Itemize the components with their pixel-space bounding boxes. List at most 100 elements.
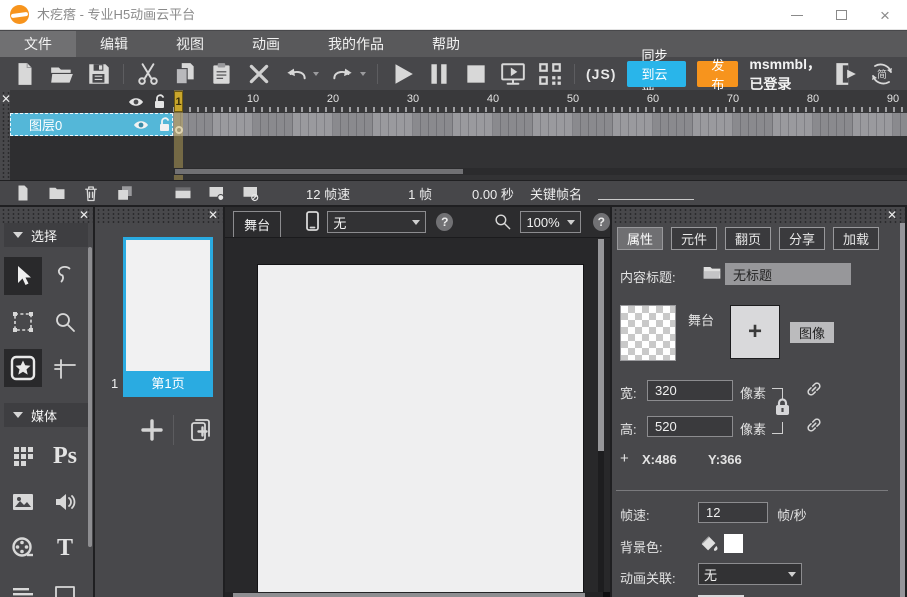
open-file-icon[interactable] <box>49 61 75 87</box>
play-icon[interactable] <box>389 61 415 87</box>
pages-panel-drag-handle[interactable] <box>95 207 223 223</box>
preview-icon[interactable] <box>500 61 526 87</box>
menu-help[interactable]: 帮助 <box>408 31 484 57</box>
fps-input[interactable]: 12 <box>698 502 768 523</box>
paste-icon[interactable] <box>209 61 235 87</box>
layer-folder-icon[interactable] <box>48 184 66 202</box>
add-image-button[interactable]: + <box>730 305 780 359</box>
text-tool[interactable]: T <box>46 529 84 567</box>
keyframe-name-input[interactable] <box>598 186 694 200</box>
sync-cloud-button[interactable]: 同步到云端 <box>627 61 686 87</box>
constrain-lock-icon[interactable] <box>774 397 791 417</box>
stage-background-swatch[interactable] <box>620 305 676 361</box>
properties-scrollbar[interactable] <box>900 223 905 597</box>
layer-frame-track[interactable] <box>173 113 907 136</box>
menu-animation[interactable]: 动画 <box>228 31 304 57</box>
paragraph-text-tool[interactable] <box>4 575 42 597</box>
pages-panel-close-icon[interactable]: ✕ <box>208 209 218 221</box>
redo-icon[interactable] <box>330 61 356 87</box>
qr-code-icon[interactable] <box>537 61 563 87</box>
layer-eye-icon[interactable] <box>133 119 149 131</box>
save-icon[interactable] <box>86 61 112 87</box>
tools-panel-scrollbar[interactable] <box>88 247 92 547</box>
delete-icon[interactable] <box>246 61 272 87</box>
stage-vscrollbar-thumb[interactable] <box>598 239 604 451</box>
layer-unlock-icon[interactable] <box>158 117 172 132</box>
stage-vscrollbar[interactable] <box>598 239 604 592</box>
properties-panel-drag-handle[interactable] <box>612 207 905 223</box>
add-page-button[interactable] <box>135 413 169 447</box>
publish-button[interactable]: 发布 <box>697 61 738 87</box>
frame-ruler[interactable]: 10 20 30 40 50 60 70 80 90 <box>173 90 907 113</box>
symbol-tool[interactable] <box>4 349 42 387</box>
tab-components[interactable]: 元件 <box>671 227 717 250</box>
tools-panel-close-icon[interactable]: ✕ <box>79 209 89 221</box>
zoom-stage-icon[interactable] <box>493 212 512 231</box>
copy-icon[interactable] <box>172 61 198 87</box>
minimize-button[interactable] <box>775 0 819 30</box>
selection-tool[interactable] <box>4 257 42 295</box>
background-color-swatch[interactable] <box>724 534 743 553</box>
lock-column-unlock-icon[interactable] <box>153 94 167 109</box>
insert-keyframe-icon[interactable] <box>208 184 226 202</box>
js-editor-button[interactable]: (JS) <box>586 66 616 82</box>
undo-icon[interactable] <box>283 61 309 87</box>
page-thumbnail[interactable]: 第1页 <box>123 237 213 397</box>
undo-dropdown-icon[interactable] <box>313 72 319 76</box>
transform-tool[interactable] <box>4 303 42 341</box>
playhead[interactable]: 1 <box>174 91 183 112</box>
language-toggle-icon[interactable]: 简 <box>869 61 895 87</box>
duplicate-layer-icon[interactable] <box>116 184 134 202</box>
photoshop-import-tool[interactable]: Ps <box>46 437 84 475</box>
new-file-icon[interactable] <box>12 61 38 87</box>
paint-bucket-icon[interactable] <box>698 533 720 555</box>
close-button[interactable]: × <box>863 0 907 30</box>
stage-tab[interactable]: 舞台 <box>233 211 281 237</box>
tab-properties[interactable]: 属性 <box>617 227 663 250</box>
audio-tool[interactable] <box>46 483 84 521</box>
tab-page-flip[interactable]: 翻页 <box>725 227 771 250</box>
video-tool[interactable] <box>4 529 42 567</box>
image-tool[interactable] <box>4 483 42 521</box>
stage-hscrollbar-thumb[interactable] <box>233 593 585 597</box>
maximize-button[interactable] <box>819 0 863 30</box>
timeline-hscrollbar[interactable] <box>173 168 907 175</box>
menu-view[interactable]: 视图 <box>152 31 228 57</box>
zoom-select[interactable]: 100% <box>520 211 580 233</box>
lasso-tool[interactable] <box>46 257 84 295</box>
timeline-hscrollbar-thumb[interactable] <box>175 169 463 174</box>
menu-edit[interactable]: 编辑 <box>76 31 152 57</box>
content-title-input[interactable]: 无标题 <box>725 263 851 285</box>
whiteboard-tool[interactable] <box>46 575 84 597</box>
pause-icon[interactable] <box>426 61 452 87</box>
height-input[interactable]: 520 <box>647 416 733 437</box>
width-input[interactable]: 320 <box>647 380 733 401</box>
insert-blank-keyframe-icon[interactable] <box>242 184 260 202</box>
select-section-header[interactable]: 选择 <box>4 223 88 247</box>
content-folder-icon[interactable] <box>702 263 722 281</box>
stage-hscrollbar[interactable] <box>225 592 610 597</box>
height-link-icon[interactable] <box>804 415 824 435</box>
duplicate-page-button[interactable] <box>183 413 219 447</box>
visibility-column-eye-icon[interactable] <box>128 96 144 108</box>
width-link-icon[interactable] <box>804 379 824 399</box>
zoom-help-icon[interactable]: ? <box>593 213 610 231</box>
animation-link-select[interactable]: 无 <box>698 563 802 585</box>
device-select[interactable]: 无 <box>327 211 426 233</box>
media-library-tool[interactable] <box>4 437 42 475</box>
cut-icon[interactable] <box>135 61 161 87</box>
properties-panel-close-icon[interactable]: ✕ <box>887 209 897 221</box>
stop-icon[interactable] <box>463 61 489 87</box>
media-section-header[interactable]: 媒体 <box>4 403 88 427</box>
delete-layer-icon[interactable] <box>82 184 100 202</box>
new-layer-icon[interactable] <box>14 184 32 202</box>
device-help-icon[interactable]: ? <box>436 213 453 231</box>
insert-frame-icon[interactable] <box>174 184 192 202</box>
stage-canvas[interactable] <box>258 265 583 592</box>
logout-icon[interactable] <box>832 61 858 87</box>
tab-loading[interactable]: 加载 <box>833 227 879 250</box>
menu-my-works[interactable]: 我的作品 <box>304 31 408 57</box>
layer-row-0[interactable]: 图层0 <box>10 113 173 136</box>
redo-dropdown-icon[interactable] <box>360 72 366 76</box>
guides-tool[interactable] <box>46 349 84 387</box>
